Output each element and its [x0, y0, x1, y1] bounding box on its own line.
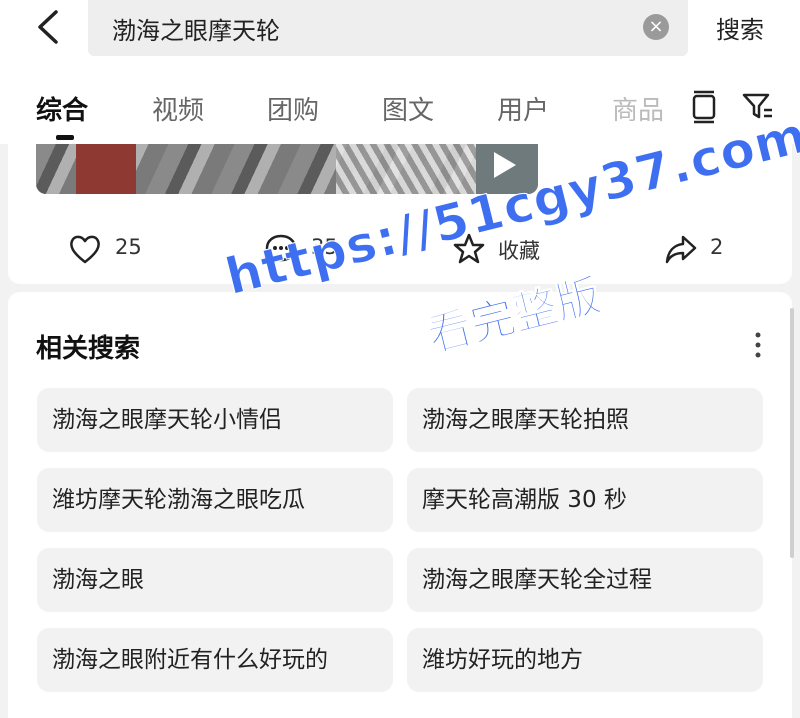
layout-icon[interactable]	[686, 88, 722, 124]
search-button[interactable]: 搜索	[716, 10, 764, 45]
related-search-item[interactable]: 渤海之眼摩天轮拍照	[407, 388, 763, 452]
share-icon	[665, 235, 697, 264]
search-input[interactable]: 渤海之眼摩天轮	[112, 11, 280, 46]
related-search-item[interactable]: 渤海之眼	[37, 548, 393, 612]
video-post-card: 25 35 收藏 2	[8, 144, 792, 284]
comment-count: 35	[311, 235, 338, 259]
tab-group-buy[interactable]: 团购	[267, 90, 319, 127]
play-icon[interactable]	[494, 152, 516, 178]
tab-bar: 综合 视频 团购 图文 用户 商品	[0, 60, 800, 144]
related-search-item[interactable]: 潍坊摩天轮渤海之眼吃瓜	[37, 468, 393, 532]
star-icon	[453, 233, 485, 264]
related-searches-card: 相关搜索 渤海之眼摩天轮小情侣 渤海之眼摩天轮拍照 潍坊摩天轮渤海之眼吃瓜 摩天…	[8, 292, 792, 718]
related-search-item[interactable]: 渤海之眼摩天轮小情侣	[37, 388, 393, 452]
like-count: 25	[115, 235, 142, 259]
related-search-item[interactable]: 摩天轮高潮版 30 秒	[407, 468, 763, 532]
like-button[interactable]: 25	[68, 232, 168, 268]
back-arrow-icon[interactable]	[30, 6, 70, 48]
more-options-icon[interactable]	[748, 330, 768, 360]
share-button[interactable]: 2	[664, 232, 744, 268]
tab-image-text[interactable]: 图文	[382, 90, 434, 127]
tab-goods[interactable]: 商品	[612, 90, 664, 127]
related-searches-title: 相关搜索	[36, 334, 141, 364]
comment-icon	[265, 234, 297, 263]
favorite-button[interactable]: 收藏	[452, 232, 562, 268]
tab-user[interactable]: 用户	[497, 90, 549, 127]
heart-icon	[70, 235, 100, 264]
active-tab-indicator	[56, 135, 74, 140]
related-search-item[interactable]: 渤海之眼摩天轮全过程	[407, 548, 763, 612]
related-search-item[interactable]: 渤海之眼附近有什么好玩的	[37, 628, 393, 692]
related-search-item[interactable]: 潍坊好玩的地方	[407, 628, 763, 692]
tab-video[interactable]: 视频	[152, 90, 204, 127]
top-bar: 渤海之眼摩天轮 × 搜索	[0, 0, 800, 60]
favorite-label: 收藏	[498, 239, 540, 263]
clear-icon[interactable]: ×	[643, 14, 669, 40]
filter-icon[interactable]	[740, 88, 776, 124]
comment-button[interactable]: 35	[264, 232, 374, 268]
tab-comprehensive[interactable]: 综合	[36, 90, 88, 127]
share-count: 2	[710, 235, 724, 259]
search-field[interactable]: 渤海之眼摩天轮 ×	[88, 0, 688, 56]
scrollbar[interactable]	[790, 308, 794, 558]
video-thumbnail[interactable]	[36, 144, 538, 194]
